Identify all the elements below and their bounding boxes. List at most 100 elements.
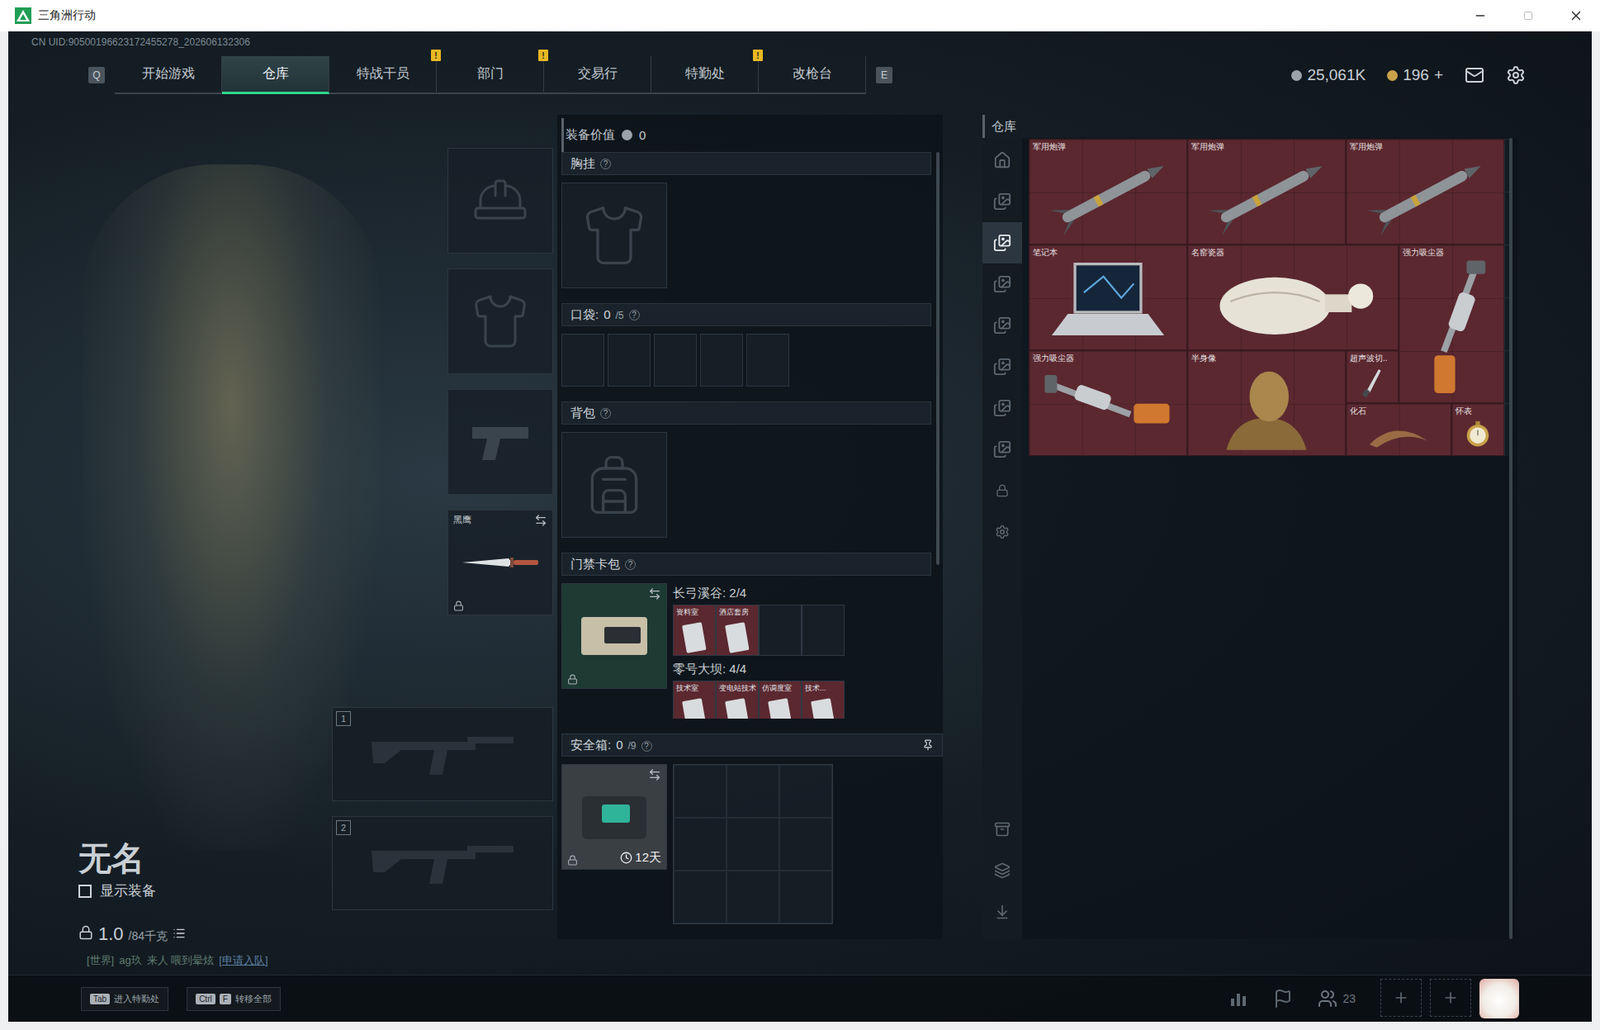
nav-tab[interactable]: 开始游戏 (114, 56, 223, 95)
warehouse-item[interactable]: 化石 (1345, 402, 1452, 456)
scrollbar[interactable] (1509, 137, 1513, 939)
warehouse-item[interactable]: 军用炮弹 (1187, 138, 1346, 245)
alert-badge: ! (538, 49, 549, 62)
swap-icon[interactable] (648, 767, 662, 782)
mail-icon[interactable] (1464, 65, 1485, 86)
nav-tab[interactable]: 交易行 (544, 56, 652, 95)
keycard-case-slot[interactable] (561, 582, 668, 689)
keycard-icon (767, 697, 793, 719)
pin-icon[interactable] (922, 738, 934, 751)
storage-icon (993, 440, 1012, 459)
weapon-slot[interactable]: 1 (331, 706, 554, 801)
checkbox[interactable] (78, 884, 92, 898)
join-link[interactable]: [申请入队] (218, 952, 268, 968)
safebox-cell[interactable] (726, 817, 780, 871)
keycard-cell[interactable]: 资料室 (672, 604, 716, 656)
safebox-cell[interactable] (726, 764, 780, 818)
pocket-slot[interactable] (700, 333, 744, 387)
keycard-cell[interactable]: 仿调度室 (758, 680, 802, 719)
keycard-cell[interactable]: 酒店套房 (715, 604, 759, 656)
help-icon[interactable]: ? (600, 158, 611, 170)
pocket-slot[interactable] (746, 333, 790, 387)
scrollbar[interactable] (936, 151, 940, 565)
warehouse-item[interactable]: 半身像 (1187, 350, 1346, 456)
warehouse-item[interactable]: 笔记本 (1028, 244, 1188, 351)
warehouse-item[interactable]: 怀表 (1451, 402, 1505, 456)
swap-icon[interactable] (534, 513, 548, 527)
nav-tab[interactable]: 仓库 (222, 56, 330, 95)
warehouse-tab[interactable] (982, 222, 1023, 264)
pocket-slot[interactable] (653, 333, 697, 387)
nav-tab[interactable]: 改枪台 (758, 56, 867, 95)
warehouse-tab[interactable] (982, 263, 1023, 305)
keycard-cell[interactable]: 变电站技术 (715, 680, 759, 719)
pocket-slot[interactable] (561, 333, 605, 387)
safebox-slot[interactable]: 12天 (561, 763, 668, 870)
helmet-slot[interactable] (447, 147, 554, 254)
safebox-cell[interactable] (779, 764, 833, 818)
armor-slot[interactable] (447, 268, 554, 374)
warehouse-item[interactable]: 超声波切.. (1345, 350, 1399, 403)
chest-rig-slot[interactable] (561, 182, 668, 289)
nav-tab[interactable]: 特战干员! (329, 56, 437, 95)
swap-icon[interactable] (648, 586, 662, 601)
prev-tab-key[interactable]: Q (88, 66, 105, 84)
safebox-cell[interactable] (673, 870, 727, 924)
warehouse-item[interactable]: 强力吸尘器 (1028, 350, 1188, 456)
key-hint[interactable]: Tab进入特勤处 (80, 986, 169, 1011)
nav-tab[interactable]: 部门! (436, 56, 545, 95)
help-icon[interactable]: ? (641, 740, 653, 752)
key-hint[interactable]: CtrlF转移全部 (186, 986, 281, 1011)
warehouse-tab[interactable] (982, 511, 1023, 553)
pocket-slot[interactable] (607, 333, 651, 387)
backpack-slot[interactable] (561, 431, 668, 538)
weapon-slot[interactable]: 2 (331, 815, 554, 910)
safebox-cell[interactable] (779, 817, 833, 871)
warehouse-item[interactable]: 名窑瓷器 (1187, 244, 1399, 351)
warehouse-tab[interactable] (982, 304, 1023, 346)
maximize-button[interactable] (1504, 0, 1553, 32)
show-gear-toggle[interactable]: 显示装备 (78, 880, 332, 900)
warehouse-item[interactable]: 军用炮弹 (1028, 138, 1188, 245)
warehouse-item[interactable]: 军用炮弹 (1345, 138, 1505, 245)
party-slot[interactable] (1429, 978, 1472, 1017)
melee-slot[interactable]: 黑鹰 (447, 509, 554, 616)
flag-icon[interactable] (1273, 988, 1293, 1009)
help-icon[interactable]: ? (600, 407, 611, 419)
safebox-cell[interactable] (673, 764, 727, 818)
warehouse-tool[interactable] (982, 890, 1023, 933)
pistol-slot[interactable] (447, 388, 554, 495)
warehouse-tab[interactable] (982, 345, 1023, 388)
card-row: 技术室变电站技术仿调度室技术... (672, 680, 845, 719)
minimize-icon (1473, 9, 1487, 23)
help-icon[interactable]: ? (624, 558, 636, 570)
friends-button[interactable]: 23 (1317, 988, 1356, 1009)
safebox-cell[interactable] (726, 870, 780, 924)
keycard-cell[interactable] (801, 604, 845, 656)
stats-icon[interactable] (1228, 988, 1249, 1009)
warehouse-tab[interactable] (982, 139, 1023, 181)
knife-icon (459, 552, 542, 573)
player-avatar[interactable] (1479, 978, 1520, 1018)
keycard-cell[interactable] (758, 604, 802, 656)
warehouse-tool[interactable] (982, 849, 1023, 891)
gear-icon[interactable] (1505, 65, 1526, 86)
help-icon[interactable]: ? (629, 309, 640, 321)
safebox-cell[interactable] (779, 870, 833, 924)
warehouse-tool[interactable] (982, 808, 1023, 850)
keycard-cell[interactable]: 技术... (801, 680, 845, 719)
warehouse-tab[interactable] (982, 469, 1023, 512)
warehouse-tab[interactable] (982, 428, 1023, 470)
safebox-cell[interactable] (673, 817, 727, 871)
keycard-cell[interactable]: 技术室 (672, 680, 716, 719)
currency[interactable]: 196+ (1386, 66, 1444, 85)
party-slot[interactable] (1380, 978, 1422, 1017)
list-icon[interactable] (172, 926, 186, 940)
minimize-button[interactable] (1456, 0, 1505, 32)
warehouse-tab[interactable] (982, 387, 1023, 429)
nav-tab[interactable]: 特勤处! (651, 56, 759, 95)
warehouse-item[interactable]: 强力吸尘器 (1398, 244, 1505, 403)
next-tab-key[interactable]: E (875, 66, 893, 84)
warehouse-tab[interactable] (982, 180, 1023, 223)
close-button[interactable] (1552, 0, 1600, 32)
